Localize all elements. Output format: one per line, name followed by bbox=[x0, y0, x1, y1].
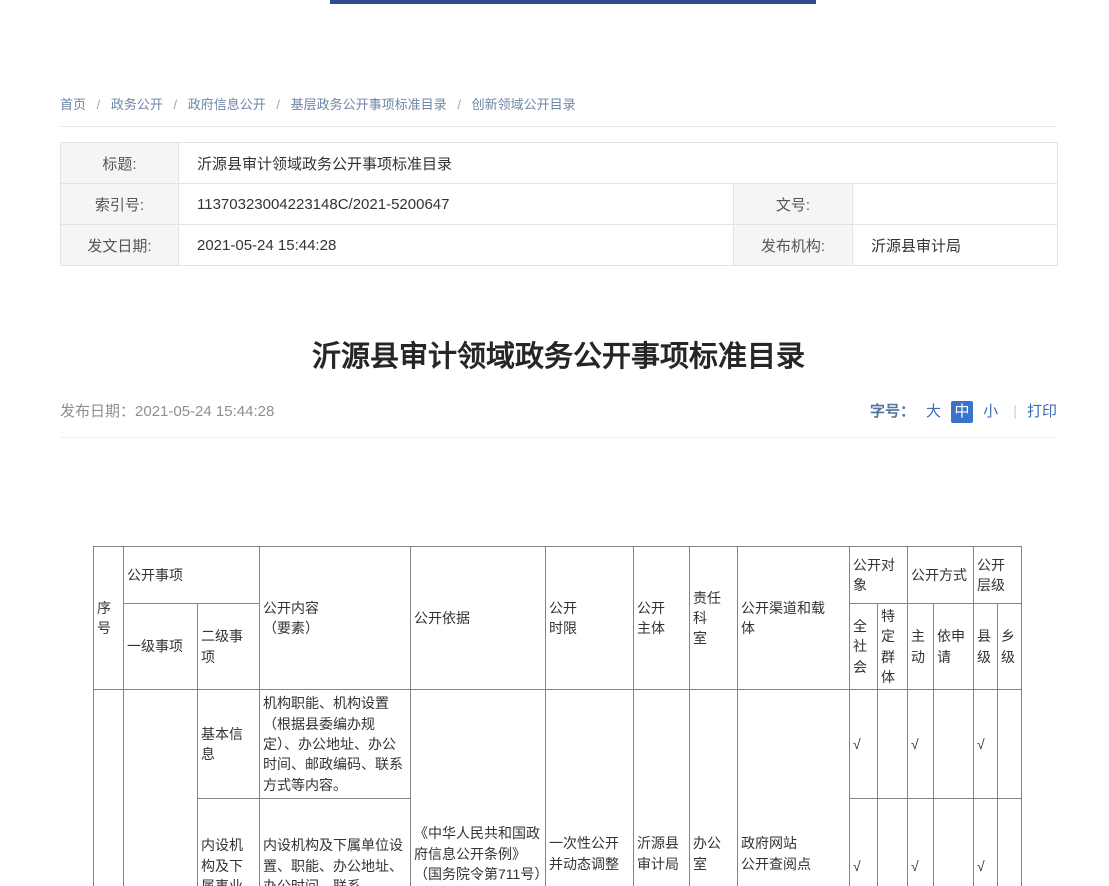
breadcrumb-xinxi[interactable]: 政府信息公开 bbox=[188, 97, 266, 112]
th-public-subject: 公开 主体 bbox=[634, 547, 690, 690]
font-size-small-button[interactable]: 小 bbox=[983, 401, 998, 423]
meta-title-label: 标题: bbox=[61, 143, 179, 184]
cell-public-timelimit: 一次性公开并动态调整 bbox=[546, 690, 634, 886]
mark-on-request bbox=[934, 690, 974, 799]
mark-county-level: √ bbox=[974, 799, 998, 886]
th-public-timelimit: 公开 时限 bbox=[546, 547, 634, 690]
th-whole-society: 全 社 会 bbox=[850, 604, 878, 690]
breadcrumb-separator: / bbox=[276, 97, 280, 112]
th-on-request: 依申 请 bbox=[934, 604, 974, 690]
mark-whole-society: √ bbox=[850, 690, 878, 799]
cell-public-channel: 政府网站 公开查阅点 bbox=[738, 690, 850, 886]
publish-bar: 发布日期：2021-05-24 15:44:28 字号： 大 中 小 | 打印 bbox=[60, 401, 1057, 438]
meta-row-title: 标题: 沂源县审计领域政务公开事项标准目录 bbox=[61, 143, 1058, 184]
meta-date-value: 2021-05-24 15:44:28 bbox=[179, 225, 734, 266]
meta-docno-value bbox=[853, 184, 1058, 225]
th-level2-matter: 二级事 项 bbox=[198, 604, 260, 690]
breadcrumb-separator: / bbox=[457, 97, 461, 112]
cell-public-content: 内设机构及下属单位设置、职能、办公地址、办公时间、联系 bbox=[260, 799, 411, 886]
mark-township-level bbox=[998, 690, 1022, 799]
publish-date-value: 2021-05-24 15:44:28 bbox=[135, 403, 274, 420]
vertical-divider: | bbox=[1013, 401, 1017, 423]
th-township-level: 乡 级 bbox=[998, 604, 1022, 690]
meta-index-label: 索引号: bbox=[61, 184, 179, 225]
th-public-method: 公开方式 bbox=[908, 547, 974, 604]
th-public-channel: 公开渠道和载 体 bbox=[738, 547, 850, 690]
th-proactive: 主 动 bbox=[908, 604, 934, 690]
cell-serial-number bbox=[94, 690, 124, 886]
meta-index-value: 11370323004223148C/2021-5200647 bbox=[179, 184, 734, 225]
page-title: 沂源县审计领域政务公开事项标准目录 bbox=[60, 340, 1057, 375]
top-nav-strip bbox=[330, 0, 816, 4]
th-public-level: 公开 层级 bbox=[974, 547, 1022, 604]
mark-whole-society: √ bbox=[850, 799, 878, 886]
th-public-content: 公开内容 （要素） bbox=[260, 547, 411, 690]
meta-row-date: 发文日期: 2021-05-24 15:44:28 发布机构: 沂源县审计局 bbox=[61, 225, 1058, 266]
breadcrumb-separator: / bbox=[97, 97, 101, 112]
th-responsible-dept: 责任科 室 bbox=[690, 547, 738, 690]
cell-level1-matter bbox=[124, 690, 198, 886]
breadcrumb-zhengwu[interactable]: 政务公开 bbox=[111, 97, 163, 112]
font-size-controls: 字号： 大 中 小 | 打印 bbox=[870, 401, 1057, 423]
mark-on-request bbox=[934, 799, 974, 886]
mark-specific-group bbox=[878, 690, 908, 799]
publish-date-label: 发布日期： bbox=[60, 403, 135, 420]
meta-row-index: 索引号: 11370323004223148C/2021-5200647 文号: bbox=[61, 184, 1058, 225]
th-specific-group: 特 定 群 体 bbox=[878, 604, 908, 690]
document-meta-table: 标题: 沂源县审计领域政务公开事项标准目录 索引号: 1137032300422… bbox=[60, 142, 1058, 266]
font-size-label: 字号： bbox=[870, 401, 915, 423]
meta-title-value: 沂源县审计领域政务公开事项标准目录 bbox=[179, 143, 1058, 184]
mark-proactive: √ bbox=[908, 690, 934, 799]
breadcrumb-separator: / bbox=[174, 97, 178, 112]
th-public-audience: 公开对 象 bbox=[850, 547, 908, 604]
cell-responsible-dept: 办公室 bbox=[690, 690, 738, 886]
header-row-1: 序 号 公开事项 公开内容 （要素） 公开依据 公开 时限 公开 主体 责任科 … bbox=[94, 547, 1022, 604]
publish-date: 发布日期：2021-05-24 15:44:28 bbox=[60, 401, 274, 423]
breadcrumb-jiceng[interactable]: 基层政务公开事项标准目录 bbox=[291, 97, 447, 112]
meta-org-label: 发布机构: bbox=[734, 225, 853, 266]
breadcrumb-chuangxin[interactable]: 创新领域公开目录 bbox=[472, 97, 576, 112]
cell-level2-matter: 内设机构及下属事业 bbox=[198, 799, 260, 886]
mark-county-level: √ bbox=[974, 690, 998, 799]
breadcrumb: 首页 / 政务公开 / 政府信息公开 / 基层政务公开事项标准目录 / 创新领域… bbox=[60, 97, 1057, 127]
cell-public-subject: 沂源县审计局 bbox=[634, 690, 690, 886]
cell-public-basis: 《中华人民共和国政府信息公开条例》（国务院令第711号） bbox=[411, 690, 546, 886]
th-public-matters: 公开事项 bbox=[124, 547, 260, 604]
cell-public-content: 机构职能、机构设置（根据县委编办规定）、办公地址、办公时间、邮政编码、联系方式等… bbox=[260, 690, 411, 799]
cell-level2-matter: 基本信息 bbox=[198, 690, 260, 799]
meta-org-value: 沂源县审计局 bbox=[853, 225, 1058, 266]
th-serial-number: 序 号 bbox=[94, 547, 124, 690]
breadcrumb-home[interactable]: 首页 bbox=[60, 97, 86, 112]
th-county-level: 县 级 bbox=[974, 604, 998, 690]
mark-proactive: √ bbox=[908, 799, 934, 886]
font-size-large-button[interactable]: 大 bbox=[926, 401, 941, 423]
catalog-table: 序 号 公开事项 公开内容 （要素） 公开依据 公开 时限 公开 主体 责任科 … bbox=[93, 546, 1022, 886]
mark-specific-group bbox=[878, 799, 908, 886]
page-container: 首页 / 政务公开 / 政府信息公开 / 基层政务公开事项标准目录 / 创新领域… bbox=[60, 97, 1057, 886]
meta-date-label: 发文日期: bbox=[61, 225, 179, 266]
font-size-medium-button[interactable]: 中 bbox=[951, 401, 973, 423]
th-level1-matter: 一级事项 bbox=[124, 604, 198, 690]
mark-township-level bbox=[998, 799, 1022, 886]
th-public-basis: 公开依据 bbox=[411, 547, 546, 690]
table-row: 基本信息 机构职能、机构设置（根据县委编办规定）、办公地址、办公时间、邮政编码、… bbox=[94, 690, 1022, 799]
print-button[interactable]: 打印 bbox=[1027, 401, 1057, 423]
meta-docno-label: 文号: bbox=[734, 184, 853, 225]
